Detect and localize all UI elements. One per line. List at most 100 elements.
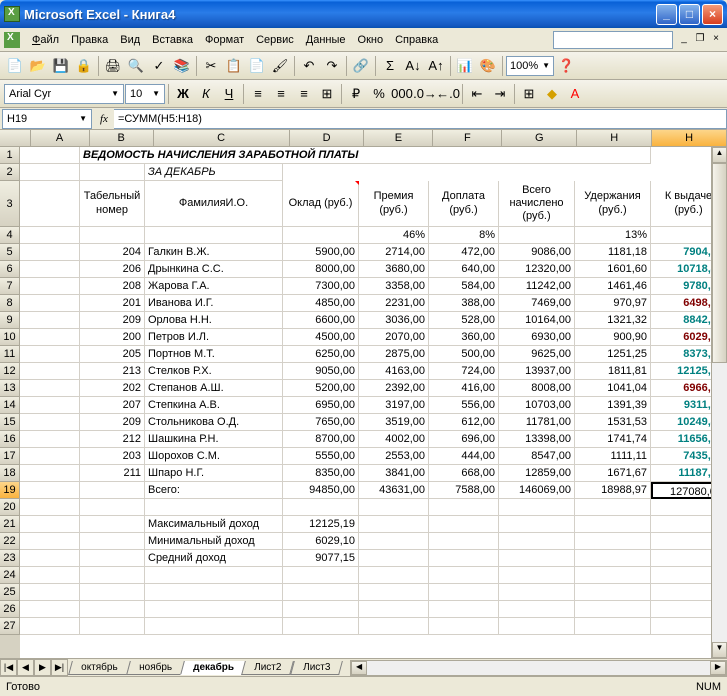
fill-color-button[interactable]: ◆ — [541, 83, 563, 105]
cell[interactable] — [80, 164, 145, 181]
cell[interactable]: 1251,25 — [575, 346, 651, 363]
cell[interactable]: 7588,00 — [429, 482, 499, 499]
cell[interactable]: 209 — [80, 414, 145, 431]
cell[interactable]: 1181,18 — [575, 244, 651, 261]
doc-close-button[interactable]: × — [709, 33, 723, 47]
research-button[interactable]: 📚 — [171, 55, 193, 77]
cell[interactable]: 8008,00 — [499, 380, 575, 397]
cell[interactable]: 388,00 — [429, 295, 499, 312]
bold-button[interactable]: Ж — [172, 83, 194, 105]
cell[interactable] — [80, 516, 145, 533]
horizontal-scrollbar[interactable]: ◀ ▶ — [350, 660, 727, 676]
cell[interactable] — [359, 533, 429, 550]
cell[interactable] — [575, 499, 651, 516]
cell[interactable]: 11242,00 — [499, 278, 575, 295]
row-header[interactable]: 16 — [0, 431, 20, 448]
cell[interactable]: Максимальный доход — [145, 516, 283, 533]
cell[interactable]: 213 — [80, 363, 145, 380]
cell[interactable] — [575, 516, 651, 533]
cell[interactable]: Оклад (руб.) — [283, 181, 359, 227]
row-header[interactable]: 11 — [0, 346, 20, 363]
currency-button[interactable]: ₽ — [345, 83, 367, 105]
cell[interactable]: Табельный номер — [80, 181, 145, 227]
cell[interactable]: ВЕДОМОСТЬ НАЧИСЛЕНИЯ ЗАРАБОТНОЙ ПЛАТЫ — [80, 147, 651, 164]
open-button[interactable]: 📂 — [27, 55, 49, 77]
tab-nav-prev[interactable]: ◀ — [17, 659, 34, 676]
row-header[interactable]: 12 — [0, 363, 20, 380]
help-button[interactable]: ❓ — [555, 55, 577, 77]
cell[interactable]: Доплата (руб.) — [429, 181, 499, 227]
row-header[interactable]: 27 — [0, 618, 20, 635]
cell[interactable]: 208 — [80, 278, 145, 295]
cell[interactable] — [429, 601, 499, 618]
minimize-button[interactable]: _ — [656, 4, 677, 25]
menu-edit[interactable]: Правка — [65, 32, 114, 48]
cell[interactable]: 612,00 — [429, 414, 499, 431]
cell[interactable]: 556,00 — [429, 397, 499, 414]
cell[interactable] — [20, 181, 80, 227]
cell[interactable]: 200 — [80, 329, 145, 346]
cell[interactable]: 43631,00 — [359, 482, 429, 499]
undo-button[interactable]: ↶ — [298, 55, 320, 77]
cell[interactable] — [80, 499, 145, 516]
cell[interactable]: 18988,97 — [575, 482, 651, 499]
cell[interactable]: 46% — [359, 227, 429, 244]
cell[interactable]: 207 — [80, 397, 145, 414]
format-painter-button[interactable]: 🖌 — [269, 55, 291, 77]
align-right-button[interactable]: ≡ — [293, 83, 315, 105]
cell[interactable]: 360,00 — [429, 329, 499, 346]
row-header[interactable]: 2 — [0, 164, 20, 181]
cell[interactable] — [145, 499, 283, 516]
row-header[interactable]: 1 — [0, 147, 20, 164]
comma-button[interactable]: 000 — [391, 83, 413, 105]
copy-button[interactable]: 📋 — [223, 55, 245, 77]
cell[interactable] — [20, 465, 80, 482]
cell[interactable] — [20, 499, 80, 516]
cell[interactable]: 1321,32 — [575, 312, 651, 329]
row-header[interactable]: 17 — [0, 448, 20, 465]
row-header[interactable]: 8 — [0, 295, 20, 312]
font-combo[interactable]: Arial Cyr▼ — [4, 84, 124, 104]
cell[interactable]: Иванова И.Г. — [145, 295, 283, 312]
cell[interactable] — [20, 312, 80, 329]
cell[interactable] — [80, 618, 145, 635]
cell[interactable] — [499, 533, 575, 550]
cell[interactable]: Премия (руб.) — [359, 181, 429, 227]
autosum-button[interactable]: Σ — [379, 55, 401, 77]
cell[interactable]: 1811,81 — [575, 363, 651, 380]
cell[interactable]: Дрынкина С.С. — [145, 261, 283, 278]
menu-window[interactable]: Окно — [352, 32, 390, 48]
cell[interactable]: Шашкина Р.Н. — [145, 431, 283, 448]
sheet-tab[interactable]: Лист2 — [242, 661, 295, 675]
cell[interactable]: 209 — [80, 312, 145, 329]
merge-button[interactable]: ⊞ — [316, 83, 338, 105]
cell[interactable] — [80, 601, 145, 618]
scroll-thumb[interactable] — [712, 163, 727, 363]
row-header[interactable]: 26 — [0, 601, 20, 618]
cell[interactable]: 4850,00 — [283, 295, 359, 312]
cell[interactable] — [575, 618, 651, 635]
vertical-scrollbar[interactable]: ▲ ▼ — [711, 147, 727, 658]
cell[interactable] — [429, 533, 499, 550]
cell[interactable] — [20, 601, 80, 618]
cell[interactable]: 13937,00 — [499, 363, 575, 380]
cell[interactable] — [20, 550, 80, 567]
cell[interactable]: 204 — [80, 244, 145, 261]
align-left-button[interactable]: ≡ — [247, 83, 269, 105]
col-header[interactable]: E — [364, 130, 433, 146]
cell[interactable]: 2231,00 — [359, 295, 429, 312]
cell[interactable]: 9625,00 — [499, 346, 575, 363]
cell[interactable]: 7650,00 — [283, 414, 359, 431]
cell[interactable] — [429, 567, 499, 584]
col-header[interactable]: A — [31, 130, 90, 146]
cell[interactable]: 10703,00 — [499, 397, 575, 414]
select-all-corner[interactable] — [0, 130, 31, 146]
cell[interactable] — [359, 618, 429, 635]
cell[interactable]: 5550,00 — [283, 448, 359, 465]
cell[interactable]: 584,00 — [429, 278, 499, 295]
cell[interactable] — [20, 363, 80, 380]
cell[interactable]: 696,00 — [429, 431, 499, 448]
cell[interactable] — [20, 164, 80, 181]
zoom-combo[interactable]: 100%▼ — [506, 56, 554, 76]
menu-view[interactable]: Вид — [114, 32, 146, 48]
